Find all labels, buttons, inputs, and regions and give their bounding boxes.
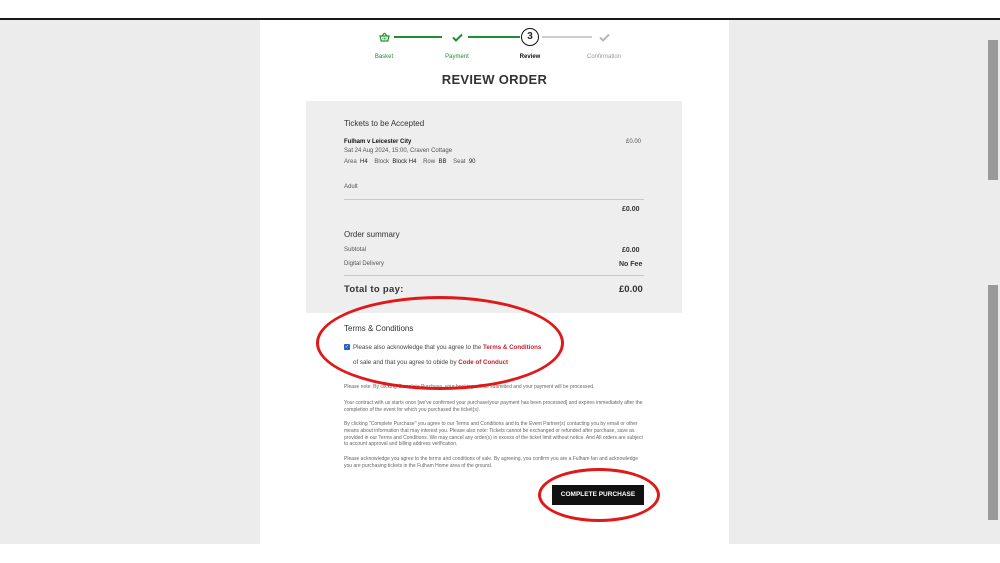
match-datetime: Sat 24 Aug 2024, 15:00, Craven Cottage (344, 148, 453, 154)
scrollbar-thumb[interactable] (988, 285, 998, 520)
step-label: Basket (374, 54, 394, 60)
step-review[interactable]: 3 Review (500, 28, 560, 60)
delivery-label: Digital Delivery (344, 261, 385, 267)
ticket-price: £0.00 (626, 139, 642, 145)
checkout-page: Basket Payment 3 Review Confirmation REV… (260, 20, 729, 544)
step-label: Payment (445, 54, 469, 60)
annotation-oval-button (538, 468, 660, 522)
check-icon (574, 28, 634, 46)
step-label: Review (519, 54, 541, 60)
scrollbar[interactable] (988, 40, 998, 520)
seat-details: Area H4 Block Block H4 Row BB Seat 90 (344, 159, 476, 165)
total-label: Total to pay: (344, 284, 404, 295)
step-payment[interactable]: Payment (427, 28, 487, 60)
step-label: Confirmation (586, 54, 621, 60)
scrollbar-thumb[interactable] (988, 40, 998, 180)
ticket-type: Adult (344, 184, 358, 190)
block-label: Block (374, 159, 390, 165)
area-value: H4 (360, 159, 368, 165)
area-label: Area (344, 159, 357, 165)
seat-value: 90 (468, 159, 476, 165)
step-number-badge: 3 (521, 28, 539, 46)
annotation-oval-terms (316, 296, 564, 390)
step-basket[interactable]: Basket (354, 28, 414, 60)
terms-paragraph: By clicking "Complete Purchase" you agre… (344, 421, 643, 448)
tickets-heading: Tickets to be Accepted (344, 119, 425, 128)
order-card: Tickets to be Accepted Fulham v Leiceste… (306, 101, 682, 313)
delivery-value: No Fee (619, 261, 643, 268)
subtotal-value: £0.00 (622, 247, 640, 254)
divider (344, 199, 644, 200)
page-title: REVIEW ORDER (441, 72, 548, 87)
row-value: BB (438, 159, 447, 165)
seat-label: Seat (453, 159, 466, 165)
match-name: Fulham v Leicester City (344, 139, 412, 145)
total-value: £0.00 (619, 284, 643, 295)
line-total: £0.00 (622, 206, 640, 213)
subtotal-label: Subtotal (344, 247, 367, 253)
step-confirmation: Confirmation (574, 28, 634, 60)
summary-heading: Order summary (344, 230, 400, 239)
terms-paragraph: Your contract with us starts once [we've… (344, 400, 643, 413)
block-value: Block H4 (392, 159, 417, 165)
row-label: Row (423, 159, 436, 165)
divider (344, 275, 644, 276)
